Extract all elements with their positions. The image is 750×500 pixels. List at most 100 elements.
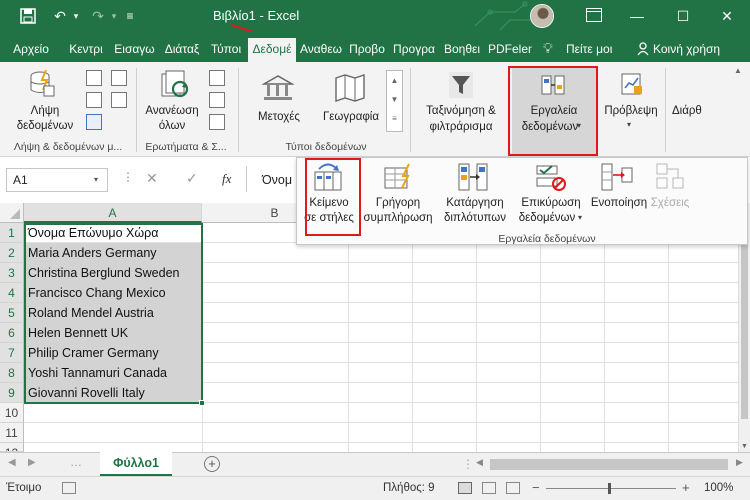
tab-formulas[interactable]: Τύποι: [207, 38, 245, 62]
geography-label[interactable]: Γεωγραφία: [314, 110, 388, 124]
geography-icon[interactable]: [334, 74, 366, 105]
cell-a5[interactable]: Roland Mendel Austria: [25, 303, 154, 323]
chevron-down-icon[interactable]: ▾: [578, 213, 582, 222]
row-header[interactable]: 8: [0, 363, 24, 383]
macro-record-icon[interactable]: [62, 482, 76, 494]
cancel-icon[interactable]: ✕: [146, 170, 158, 187]
name-box[interactable]: A1: [6, 168, 108, 192]
stocks-icon[interactable]: [261, 74, 295, 105]
tab-data[interactable]: Δεδομέ: [248, 38, 296, 62]
tab-help[interactable]: Βοηθει: [440, 38, 484, 62]
status-count[interactable]: Πλήθος: 9: [383, 482, 435, 494]
remove-duplicates-label-1[interactable]: Κατάργηση: [437, 196, 513, 210]
cell-a9[interactable]: Giovanni Rovelli Italy: [25, 383, 145, 403]
data-validation-label-2[interactable]: δεδομένων: [517, 211, 577, 225]
zoom-in-icon[interactable]: +: [682, 480, 690, 495]
flash-fill-icon[interactable]: [383, 162, 415, 195]
refresh-label-1[interactable]: Ανανέωση: [140, 104, 204, 118]
row-header[interactable]: 11: [0, 423, 24, 443]
ribbon-scroll-icon[interactable]: ▲: [734, 66, 742, 75]
consolidate-label[interactable]: Ενοποίηση: [587, 196, 651, 210]
flash-fill-label-2[interactable]: συμπλήρωση: [361, 211, 435, 225]
cell-a4[interactable]: Francisco Chang Mexico: [25, 283, 166, 303]
close-button[interactable]: ✕: [704, 0, 750, 32]
column-header-a[interactable]: A: [24, 203, 202, 223]
row-header[interactable]: 3: [0, 263, 24, 283]
row-header[interactable]: 12: [0, 443, 24, 452]
formula-content[interactable]: Όνομ: [262, 173, 292, 187]
data-types-gallery-scroll[interactable]: ▲ ▼ ≡: [386, 70, 403, 132]
queries-connections-icon[interactable]: [209, 70, 225, 86]
maximize-button[interactable]: ☐: [660, 0, 706, 32]
more-sheets-icon[interactable]: …: [70, 455, 82, 469]
zoom-level[interactable]: 100%: [704, 482, 733, 494]
from-table-icon[interactable]: [86, 114, 102, 130]
cell-a8[interactable]: Yoshi Tannamuri Canada: [25, 363, 167, 383]
customize-toolbar-icon[interactable]: ≡: [120, 6, 140, 26]
edit-links-icon[interactable]: [209, 114, 225, 130]
data-validation-label-1[interactable]: Επικύρωση: [517, 196, 585, 210]
flash-fill-label-1[interactable]: Γρήγορη: [363, 196, 433, 210]
next-sheet-icon[interactable]: ▶: [28, 457, 36, 468]
forecast-icon[interactable]: [620, 72, 644, 101]
stocks-label[interactable]: Μετοχές: [248, 110, 310, 124]
get-data-label-1[interactable]: Λήψη: [8, 104, 82, 118]
outline-label[interactable]: Διάρθ: [672, 104, 746, 118]
cell-a6[interactable]: Helen Bennett UK: [25, 323, 128, 343]
scroll-right-icon[interactable]: ▶: [736, 457, 743, 468]
refresh-label-2[interactable]: όλων: [140, 119, 204, 133]
cell-a7[interactable]: Philip Cramer Germany: [25, 343, 159, 363]
row-header[interactable]: 6: [0, 323, 24, 343]
row-header[interactable]: 9: [0, 383, 24, 403]
tab-layout[interactable]: Διάταξ: [160, 38, 204, 62]
tab-review[interactable]: Αναθεω: [298, 38, 344, 62]
sort-filter-label-2[interactable]: φιλτράρισμα: [414, 120, 508, 134]
select-all-corner[interactable]: [0, 203, 24, 223]
insert-function-icon[interactable]: fx: [222, 171, 231, 187]
remove-duplicates-label-2[interactable]: διπλότυπων: [437, 211, 513, 225]
tab-home[interactable]: Κεντρι: [64, 38, 108, 62]
tab-pdfelement[interactable]: PDFelen: [488, 38, 532, 62]
remove-duplicates-icon[interactable]: [457, 162, 491, 195]
recent-sources-icon[interactable]: [111, 70, 127, 86]
share-button[interactable]: Κοινή χρήση: [653, 38, 743, 62]
horizontal-scrollbar-thumb[interactable]: [490, 459, 728, 470]
zoom-slider-handle[interactable]: [608, 483, 611, 494]
from-text-icon[interactable]: [86, 70, 102, 86]
existing-connections-icon[interactable]: [111, 92, 127, 108]
get-data-label-2[interactable]: δεδομένων: [8, 119, 82, 133]
refresh-all-icon[interactable]: [160, 70, 190, 103]
row-header[interactable]: 1: [0, 223, 24, 243]
undo-dropdown-icon[interactable]: ▾: [66, 6, 86, 26]
row-header[interactable]: 10: [0, 403, 24, 423]
tab-view[interactable]: Προβο: [346, 38, 388, 62]
zoom-slider[interactable]: [546, 488, 676, 489]
chevron-down-icon[interactable]: ▾: [94, 175, 98, 184]
tab-insert[interactable]: Εισαγω: [112, 38, 157, 62]
enter-icon[interactable]: ✓: [186, 170, 198, 187]
sort-filter-label-1[interactable]: Ταξινόμηση &: [414, 104, 508, 118]
scroll-left-icon[interactable]: ◀: [476, 457, 483, 468]
filter-icon[interactable]: [449, 72, 473, 101]
tab-file[interactable]: Αρχείο: [8, 38, 54, 62]
forecast-label[interactable]: Πρόβλεψη: [600, 104, 662, 118]
minimize-button[interactable]: —: [614, 0, 660, 32]
data-validation-icon[interactable]: [535, 162, 567, 195]
cell-a3[interactable]: Christina Berglund Sweden: [25, 263, 179, 283]
normal-view-icon[interactable]: [458, 482, 472, 494]
row-header[interactable]: 2: [0, 243, 24, 263]
page-layout-icon[interactable]: [482, 482, 496, 494]
tell-me-search[interactable]: Πείτε μοι: [566, 38, 626, 62]
get-data-icon[interactable]: [28, 68, 56, 101]
consolidate-icon[interactable]: [600, 162, 634, 195]
save-icon[interactable]: [18, 6, 38, 26]
row-header[interactable]: 4: [0, 283, 24, 303]
tab-developer[interactable]: Προγρα: [392, 38, 436, 62]
prev-sheet-icon[interactable]: ◀: [8, 457, 16, 468]
zoom-out-icon[interactable]: −: [532, 480, 540, 495]
row-header[interactable]: 7: [0, 343, 24, 363]
fill-handle[interactable]: [199, 400, 205, 406]
properties-icon[interactable]: [209, 92, 225, 108]
sheet-tab[interactable]: Φύλλο1: [100, 452, 172, 477]
avatar[interactable]: [530, 4, 554, 28]
